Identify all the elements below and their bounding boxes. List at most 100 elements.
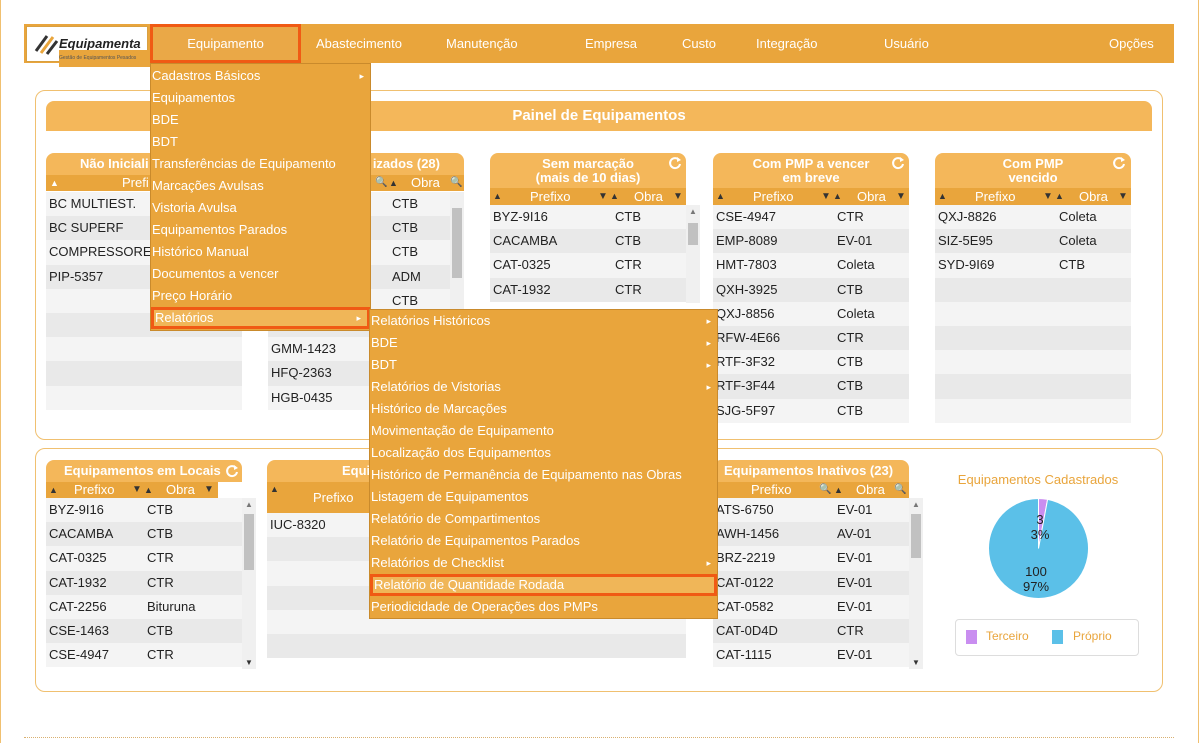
list-item[interactable]: CAT-0122 EV-01 — [713, 570, 909, 595]
scroll-thumb[interactable] — [911, 514, 921, 558]
menu-item-movimentacao[interactable]: Movimentação de Equipamento — [370, 420, 717, 442]
list-item[interactable]: CAT-1932 CTR — [490, 277, 686, 302]
filter-icon[interactable]: ▼ — [821, 188, 831, 205]
list-item[interactable]: BYZ-9I16 CTB — [490, 205, 686, 230]
menu-item-bde[interactable]: BDE — [151, 109, 370, 131]
search-icon[interactable]: 🔍 — [450, 175, 462, 191]
col-prefixo[interactable]: Prefixo — [313, 482, 353, 513]
menu-item-transferencias[interactable]: Transferências de Equipamento — [151, 153, 370, 175]
menu-item-checklist[interactable]: Relatórios de Checklist ▸ — [370, 552, 717, 574]
col-obra[interactable]: Obra — [634, 188, 663, 205]
list-item[interactable]: CAT-2256 Bituruna — [46, 594, 242, 619]
col-prefixo[interactable]: Prefixo — [74, 482, 114, 498]
sort-icon[interactable]: ▲ — [270, 474, 279, 505]
sort-icon[interactable]: ▲ — [493, 188, 502, 205]
menu-item-equipamentos-parados[interactable]: Relatório de Equipamentos Parados — [370, 530, 717, 552]
menu-item-relatorios-vistorias[interactable]: Relatórios de Vistorias ▸ — [370, 376, 717, 398]
nav-abastecimento[interactable]: Abastecimento — [316, 24, 402, 63]
scrollbar[interactable]: ▲ ▼ — [242, 498, 256, 669]
nav-custo[interactable]: Custo — [682, 24, 716, 63]
list-item[interactable]: EMP-8089 EV-01 — [713, 229, 909, 254]
logo[interactable]: Equipamenta Gestão de Equipamentos Pesad… — [26, 26, 179, 67]
list-item[interactable]: QXH-3925 CTB — [713, 277, 909, 302]
menu-item-vistoria-avulsa[interactable]: Vistoria Avulsa — [151, 197, 370, 219]
sort-icon[interactable]: ▲ — [833, 188, 842, 205]
list-item[interactable]: RTF-3F44 CTB — [713, 374, 909, 399]
menu-item-equipamentos-parados[interactable]: Equipamentos Parados — [151, 219, 370, 241]
legend-label-terceiro[interactable]: Terceiro — [986, 629, 1029, 643]
filter-icon[interactable]: ▼ — [896, 188, 906, 205]
scroll-thumb[interactable] — [452, 208, 462, 278]
menu-item-equipamentos[interactable]: Equipamentos — [151, 87, 370, 109]
list-item[interactable]: RTF-3F32 CTB — [713, 350, 909, 375]
list-item[interactable]: BYZ-9I16 CTB — [46, 498, 242, 523]
nav-usuario[interactable]: Usuário — [884, 24, 929, 63]
list-item[interactable]: CSE-4947 CTR — [46, 643, 242, 668]
col-prefixo[interactable]: Prefixo — [751, 482, 791, 498]
sort-icon[interactable]: ▲ — [610, 188, 619, 205]
filter-icon[interactable]: ▼ — [204, 482, 214, 498]
menu-item-compartimentos[interactable]: Relatório de Compartimentos — [370, 508, 717, 530]
list-item[interactable]: CAT-1115 EV-01 — [713, 643, 909, 668]
list-item[interactable]: BRZ-2219 EV-01 — [713, 546, 909, 571]
menu-item-periodicidade-pmps[interactable]: Periodicidade de Operações dos PMPs — [370, 596, 717, 618]
sort-icon[interactable]: ▲ — [716, 188, 725, 205]
menu-item-cadastros-basicos[interactable]: Cadastros Básicos ▸ — [151, 65, 370, 87]
legend-label-proprio[interactable]: Próprio — [1073, 629, 1112, 643]
refresh-icon[interactable] — [1112, 156, 1126, 170]
list-item[interactable]: CAT-0D4D CTR — [713, 618, 909, 644]
refresh-icon[interactable] — [891, 156, 905, 170]
sort-icon[interactable]: ▲ — [144, 482, 153, 498]
nav-integracao[interactable]: Integração — [756, 24, 817, 63]
nav-manutencao[interactable]: Manutenção — [446, 24, 518, 63]
menu-item-listagem[interactable]: Listagem de Equipamentos — [370, 486, 717, 508]
sort-icon[interactable]: ▲ — [938, 188, 947, 205]
scrollbar[interactable]: ▲ ▼ — [909, 498, 923, 669]
refresh-icon[interactable] — [225, 464, 239, 478]
list-item[interactable]: AWH-1456 AV-01 — [713, 522, 909, 547]
filter-icon[interactable]: ▼ — [1118, 188, 1128, 205]
nav-empresa[interactable]: Empresa — [585, 24, 637, 63]
refresh-icon[interactable] — [668, 156, 682, 170]
col-obra[interactable]: Obra — [166, 482, 195, 498]
col-prefixo[interactable]: Prefixo — [753, 188, 793, 205]
list-item[interactable]: CAT-0325 CTR — [46, 546, 242, 571]
scroll-thumb[interactable] — [244, 514, 254, 570]
list-item[interactable]: QXJ-8826 Coleta — [935, 205, 1131, 230]
col-prefixo[interactable]: Prefi — [122, 175, 149, 191]
col-obra[interactable]: Obra — [1079, 188, 1108, 205]
menu-item-localizacao[interactable]: Localização dos Equipamentos — [370, 442, 717, 464]
menu-item-marcacoes-avulsas[interactable]: Marcações Avulsas — [151, 175, 370, 197]
menu-item-bdt[interactable]: BDT ▸ — [370, 354, 717, 376]
list-item[interactable]: SYD-9I69 CTB — [935, 253, 1131, 278]
list-item[interactable]: CSE-1463 CTB — [46, 618, 242, 644]
menu-item-historico-marcacoes[interactable]: Histórico de Marcações — [370, 398, 717, 420]
nav-equipamento[interactable]: Equipamento — [150, 24, 301, 63]
menu-item-preco-horario[interactable]: Preço Horário — [151, 285, 370, 307]
sort-icon[interactable]: ▲ — [49, 482, 58, 498]
col-prefixo[interactable]: Prefixo — [530, 188, 570, 205]
list-item[interactable]: CACAMBA CTB — [46, 522, 242, 547]
search-icon[interactable]: 🔍 — [894, 482, 906, 498]
list-item[interactable]: RFW-4E66 CTR — [713, 325, 909, 351]
list-item[interactable]: QXJ-8856 Coleta — [713, 301, 909, 326]
menu-item-relatorios-historicos[interactable]: Relatórios Históricos ▸ — [370, 310, 717, 332]
list-item[interactable]: CAT-0582 EV-01 — [713, 594, 909, 619]
search-icon[interactable]: 🔍 — [375, 175, 387, 191]
filter-icon[interactable]: ▼ — [673, 188, 683, 205]
list-item[interactable]: CSE-4947 CTR — [713, 205, 909, 230]
list-item[interactable]: ATS-6750 EV-01 — [713, 498, 909, 523]
scroll-thumb[interactable] — [688, 223, 698, 245]
menu-item-historico-manual[interactable]: Histórico Manual — [151, 241, 370, 263]
sort-icon[interactable]: ▲ — [834, 482, 843, 498]
filter-icon[interactable]: ▼ — [132, 482, 142, 498]
menu-item-bde[interactable]: BDE ▸ — [370, 332, 717, 354]
list-item[interactable]: SJG-5F97 CTB — [713, 398, 909, 423]
sort-icon[interactable]: ▲ — [1055, 188, 1064, 205]
filter-icon[interactable]: ▼ — [598, 188, 608, 205]
menu-item-quantidade-rodada[interactable]: Relatório de Quantidade Rodada — [370, 574, 717, 596]
list-item[interactable]: CACAMBA CTB — [490, 229, 686, 254]
col-obra[interactable]: Obra — [411, 175, 440, 191]
list-item[interactable]: CAT-0325 CTR — [490, 253, 686, 278]
menu-item-historico-permanencia[interactable]: Histórico de Permanência de Equipamento … — [370, 464, 717, 486]
